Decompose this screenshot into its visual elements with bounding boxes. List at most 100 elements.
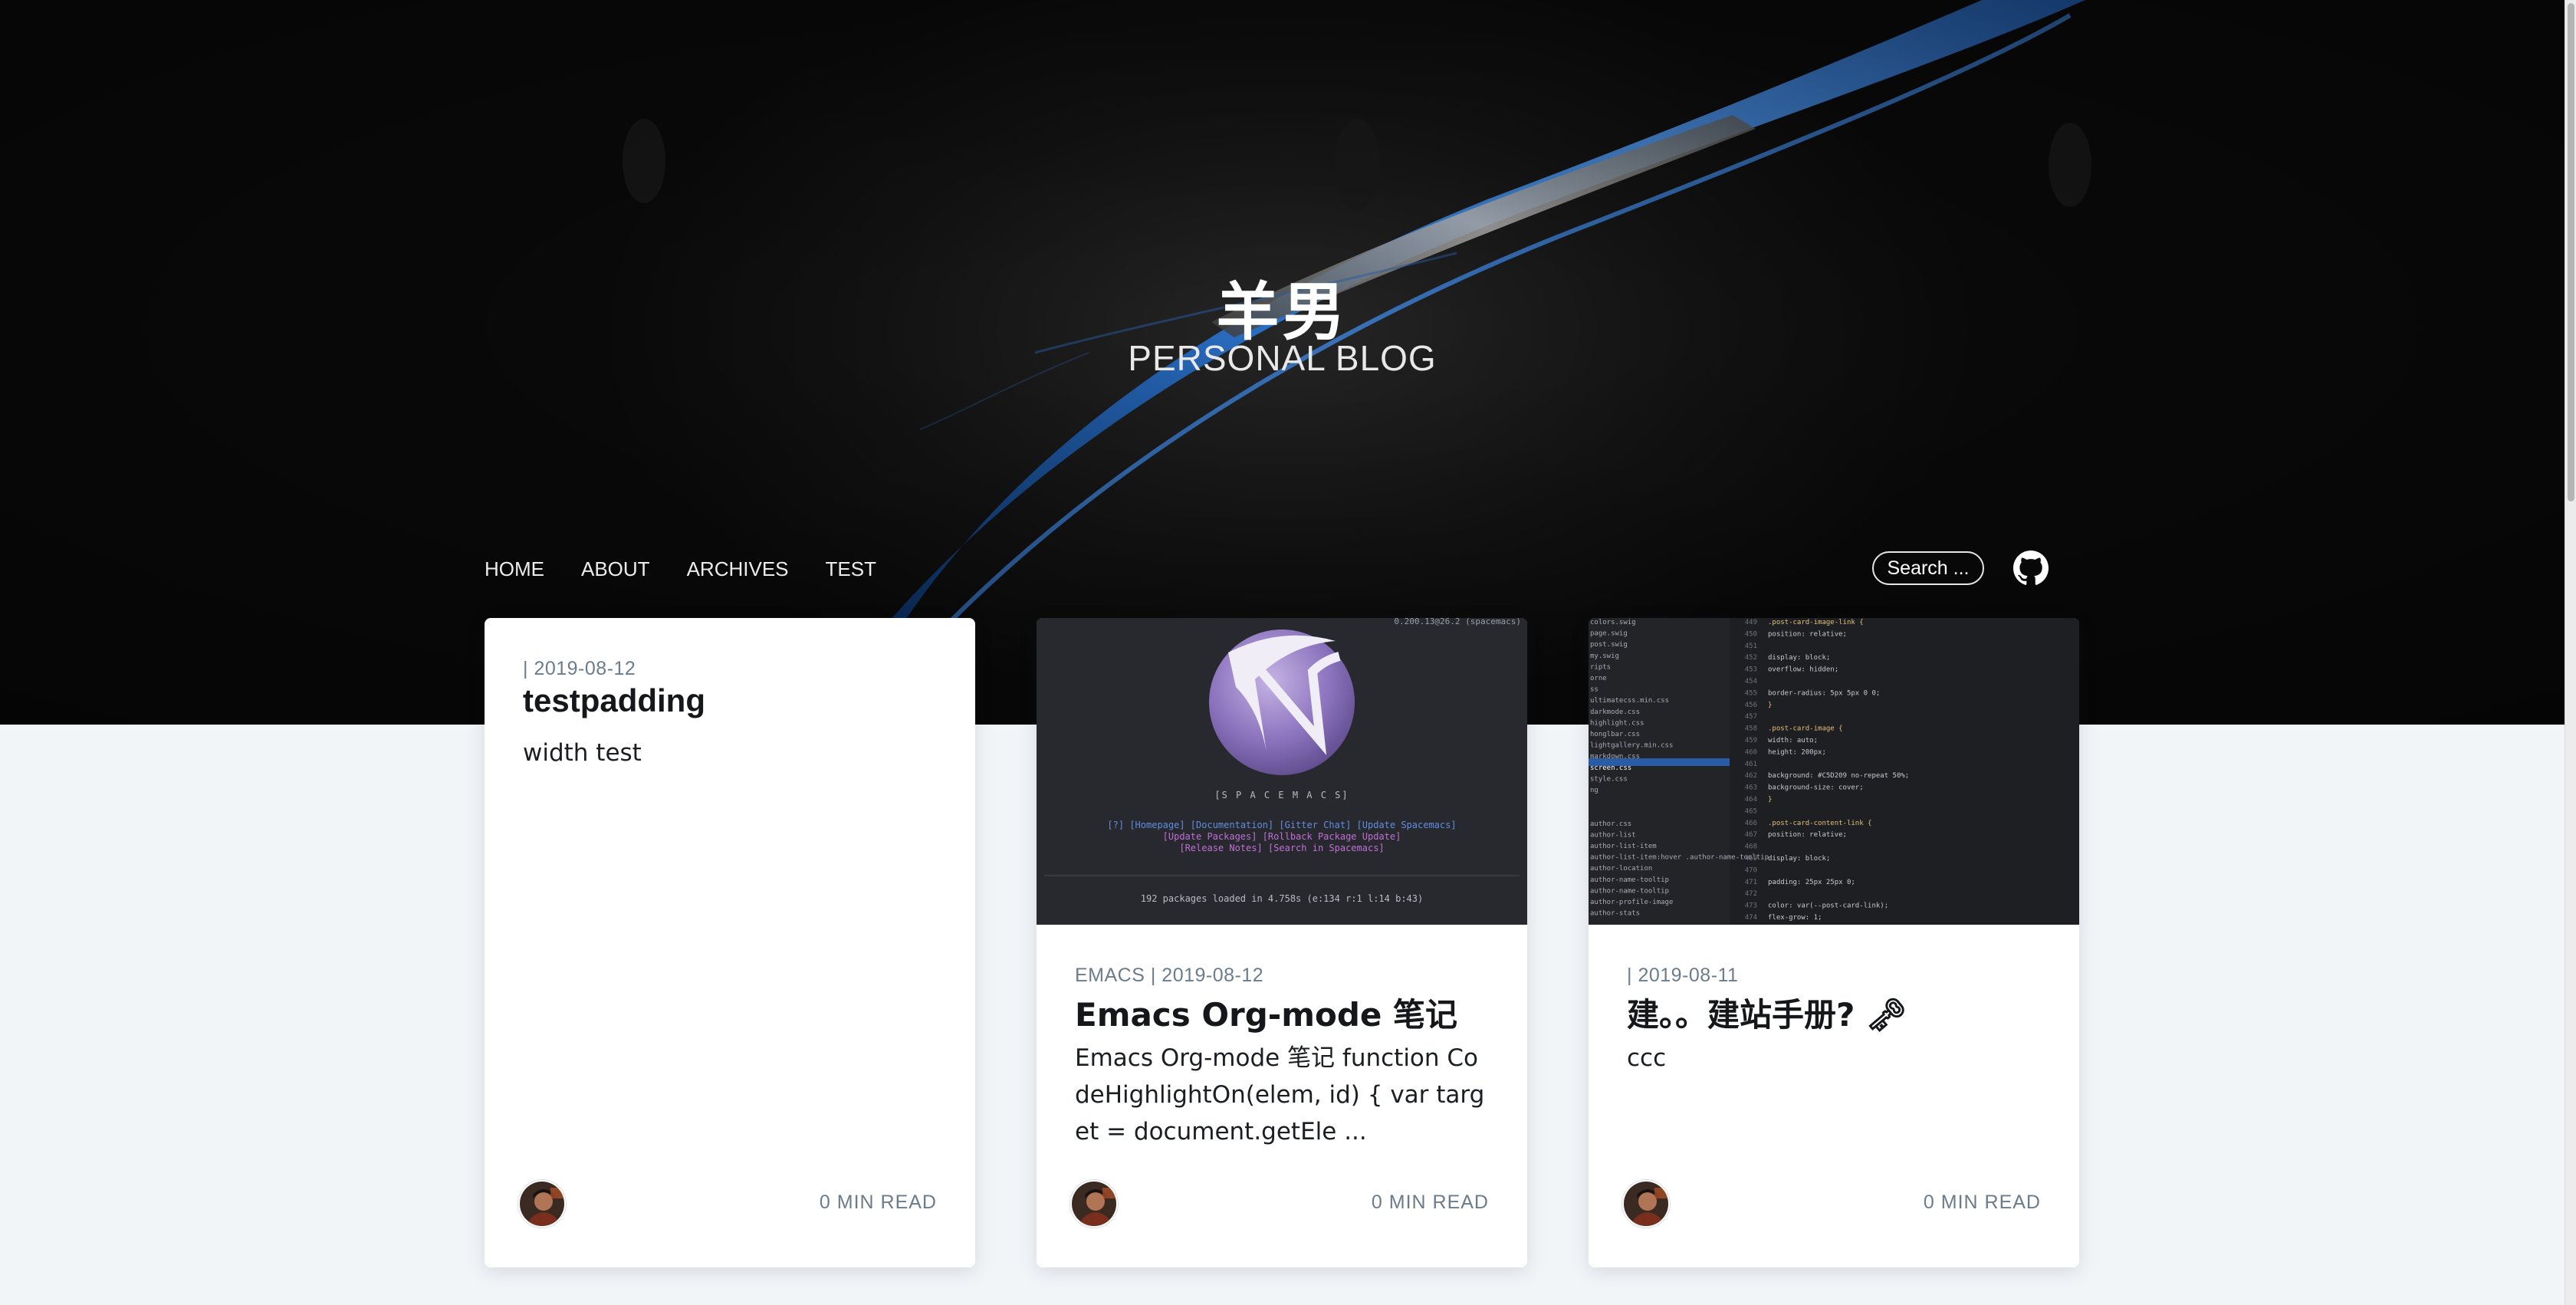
file-tree-item: author-name-tooltip — [1590, 876, 1669, 884]
file-tree-item: markdown.css — [1590, 753, 1640, 761]
read-time: 0 MIN READ — [1923, 1192, 2041, 1213]
spacemacs-links-3: [Release Notes] [Search in Spacemacs] — [1179, 843, 1384, 853]
file-tree-item: colors.swig — [1590, 619, 1636, 626]
author-avatar[interactable] — [1622, 1180, 1670, 1228]
code-line-number: 472 — [1745, 890, 1757, 898]
spacemacs-status: 192 packages loaded in 4.758s (e:134 r:1… — [1141, 893, 1423, 904]
code-line-number: 449 — [1745, 619, 1757, 626]
file-tree-item: page.swig — [1590, 630, 1628, 638]
code-line: overflow: hidden; — [1768, 666, 1838, 674]
code-line: position: relative; — [1768, 831, 1847, 839]
file-tree-item: highlight.css — [1590, 719, 1644, 727]
code-line: } — [1768, 796, 1772, 804]
file-tree-item: author-profile-image — [1590, 899, 1673, 906]
file-tree-item: author-list — [1590, 831, 1636, 839]
post-image-spacemacs[interactable]: 0.200.13@26.2 (spacemacs) [S P A C E M A… — [1037, 618, 1527, 925]
post-excerpt: width test — [523, 739, 642, 767]
read-time: 0 MIN READ — [1371, 1192, 1489, 1213]
post-title[interactable]: testpadding — [523, 682, 945, 719]
file-tree-item: author-stats — [1590, 910, 1640, 918]
site-subtitle: PERSONAL BLOG — [1128, 338, 1437, 378]
file-tree-item: author-list-item — [1590, 843, 1657, 850]
nav-about[interactable]: ABOUT — [581, 554, 650, 584]
post-card-site-handbook[interactable]: colors.swig page.swig post.swig my.swig ript… — [1589, 618, 2079, 1267]
code-line-number: 468 — [1745, 843, 1757, 851]
code-line: background: #C5D209 no-repeat 50%; — [1768, 772, 1909, 780]
code-line-number: 464 — [1745, 796, 1757, 804]
file-tree-item: honglbar.css — [1590, 731, 1640, 738]
author-avatar[interactable] — [1070, 1180, 1118, 1228]
search-input[interactable] — [1872, 551, 1984, 585]
github-icon[interactable] — [2013, 551, 2049, 586]
post-card-emacs-org-mode[interactable]: 0.200.13@26.2 (spacemacs) [S P A C E M A… — [1037, 618, 1527, 1267]
file-tree-item: post.swig — [1590, 641, 1628, 649]
post-excerpt: ccc — [1627, 1044, 1667, 1072]
code-line: width: auto; — [1768, 737, 1818, 745]
spacemacs-banner: [S P A C E M A C S] — [1214, 790, 1349, 800]
code-line: flex-grow: 1; — [1768, 914, 1822, 922]
file-tree-item: ripts — [1590, 663, 1611, 671]
nav-home[interactable]: HOME — [485, 554, 544, 584]
code-line-number: 451 — [1745, 643, 1757, 650]
code-line: } — [1768, 702, 1772, 709]
file-tree-item: screen.css — [1590, 764, 1631, 772]
code-line: .post-card-image { — [1768, 725, 1843, 733]
code-line: display: block; — [1768, 654, 1830, 662]
file-tree-item: author-location — [1590, 865, 1652, 873]
avatar-image — [1624, 1182, 1668, 1226]
code-line-number: 474 — [1745, 914, 1757, 922]
main-nav: HOME ABOUT ARCHIVES TEST — [485, 554, 913, 584]
file-tree-item: author.css — [1590, 820, 1631, 828]
code-line: background-size: cover; — [1768, 784, 1864, 792]
nav-test[interactable]: TEST — [826, 554, 876, 584]
hero-header: 羊男 PERSONAL BLOG HOME ABOUT ARCHIVES TES… — [0, 0, 2564, 725]
code-line-number: 453 — [1745, 666, 1757, 674]
post-meta: | 2019-08-12 — [523, 658, 636, 679]
code-line-number: 458 — [1745, 725, 1757, 733]
post-title[interactable]: 建。。建站手册? 🗝 — [1627, 989, 2049, 1036]
code-line-number: 469 — [1745, 855, 1757, 863]
file-tree-item: style.css — [1590, 775, 1628, 783]
file-tree-item: ng — [1590, 787, 1598, 794]
code-line-number: 466 — [1745, 820, 1757, 827]
code-line: display: block; — [1768, 855, 1830, 863]
code-line-number: 465 — [1745, 807, 1757, 815]
code-line-number: 456 — [1745, 702, 1757, 709]
post-excerpt: Emacs Org-mode 笔记 function CodeHighlight… — [1075, 1044, 1485, 1146]
avatar-image — [1072, 1182, 1116, 1226]
code-line: .post-card-image-link { — [1768, 619, 1864, 626]
file-tree-item: my.swig — [1590, 652, 1619, 660]
scrollbar-thumb[interactable] — [2568, 3, 2574, 501]
code-line-number: 461 — [1745, 761, 1757, 768]
spacemacs-version: 0.200.13@26.2 (spacemacs) — [1394, 618, 1521, 626]
file-tree-item: ss — [1590, 686, 1598, 694]
code-line: color: var(--post-card-link); — [1768, 902, 1888, 910]
post-image-code-editor[interactable]: colors.swig page.swig post.swig my.swig ript… — [1589, 618, 2079, 925]
avatar-image — [520, 1182, 564, 1226]
code-line-number: 450 — [1745, 630, 1757, 638]
code-line: .post-card-content-link { — [1768, 820, 1871, 827]
code-line: position: relative; — [1768, 630, 1847, 638]
author-avatar[interactable] — [518, 1180, 566, 1228]
code-line-number: 460 — [1745, 748, 1757, 756]
code-line-number: 463 — [1745, 784, 1757, 792]
code-line-number: 471 — [1745, 879, 1757, 886]
code-line-number: 467 — [1745, 831, 1757, 839]
file-tree-item: orne — [1590, 675, 1607, 682]
file-tree-item: darkmode.css — [1590, 708, 1640, 716]
post-title[interactable]: Emacs Org-mode 笔记 — [1075, 989, 1497, 1036]
code-line: padding: 25px 25px 0; — [1768, 879, 1855, 886]
code-line: border-radius: 5px 5px 0 0; — [1768, 689, 1880, 697]
code-line-number: 470 — [1745, 866, 1757, 874]
nav-archives[interactable]: ARCHIVES — [687, 554, 789, 584]
post-card-testpadding[interactable]: | 2019-08-12 testpadding width test 0 MI… — [485, 618, 975, 1267]
file-tree-item: author-list-item:hover .author-name-tool… — [1590, 854, 1769, 862]
spacemacs-links-1: [?] [Homepage] [Documentation] [Gitter C… — [1107, 820, 1456, 830]
code-line-number: 452 — [1745, 654, 1757, 662]
page-scrollbar[interactable] — [2564, 0, 2576, 1305]
file-tree-item: author-name-tooltip — [1590, 887, 1669, 895]
post-meta: EMACS | 2019-08-12 — [1075, 965, 1264, 986]
code-line: height: 200px; — [1768, 748, 1826, 756]
file-tree-item: lightgallery.min.css — [1590, 742, 1673, 750]
code-line-number: 457 — [1745, 713, 1757, 721]
